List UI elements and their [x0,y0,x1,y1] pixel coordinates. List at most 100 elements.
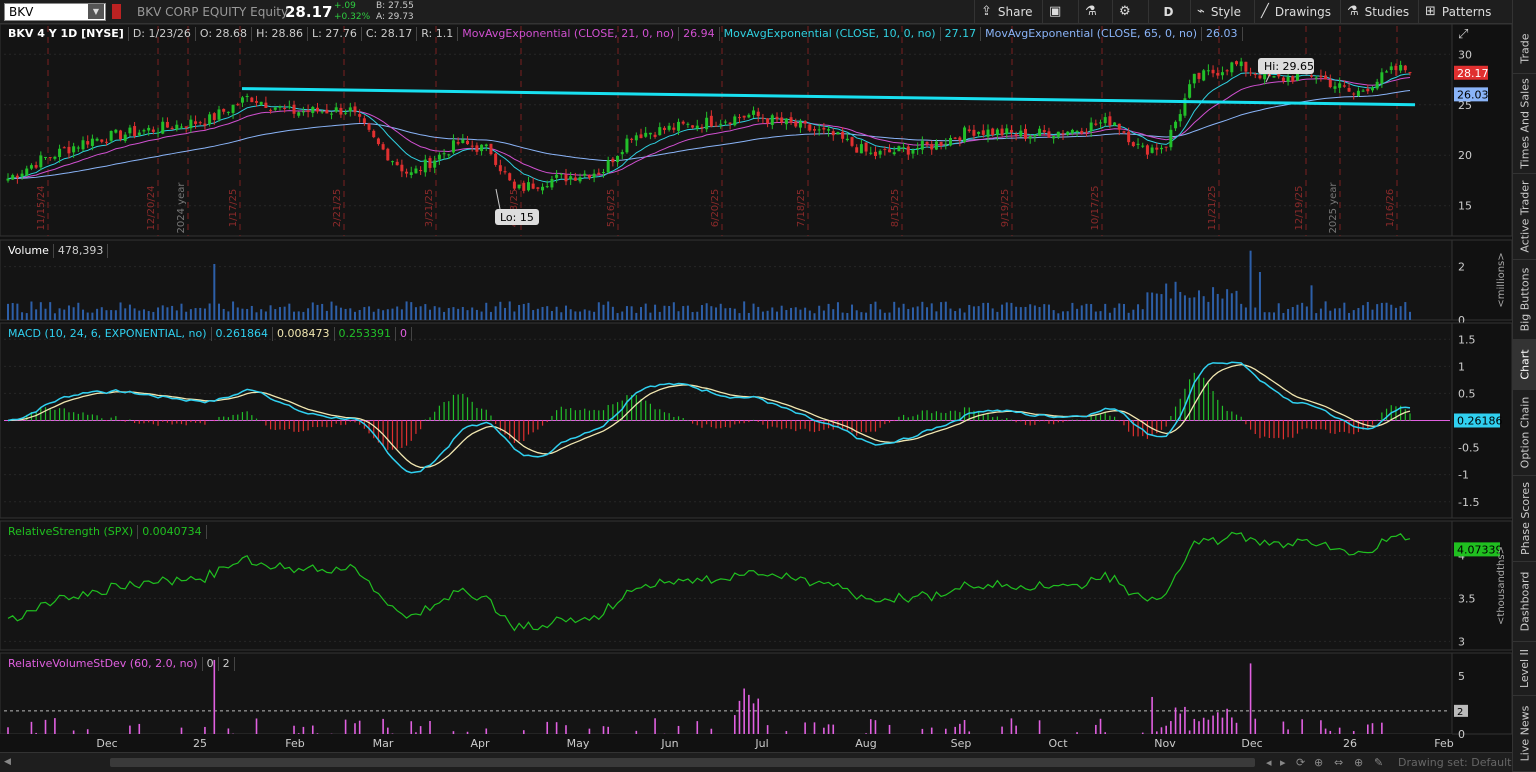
volume-bar [1348,312,1351,320]
volume-bar [1216,293,1219,320]
candle-body [625,138,629,153]
y-tick-label: 2 [1458,261,1465,274]
volume-bar [7,303,9,320]
scroll-thumb[interactable] [110,758,1255,767]
tab-times-and-sales[interactable]: Times And Sales [1513,74,1536,174]
candle-body [1188,84,1192,98]
flag-icon[interactable] [112,4,121,19]
rel-volume-bar [419,726,422,734]
rs-title[interactable]: RelativeStrength (SPX) [4,525,139,539]
volume-bar [1287,308,1290,320]
volume-bar [1165,283,1168,320]
tab-level-ii[interactable]: Level II [1513,642,1536,696]
candle-body [508,173,512,181]
rv-title[interactable]: RelativeVolumeStDev (60, 2.0, no) [4,657,203,671]
reset-icon[interactable]: ⟳ [1296,756,1305,769]
chart-area[interactable]: 11/15/24 12/20/24 2024 year 1/17/25 2/21/25 3… [0,24,1512,752]
drawing-set-label: Drawing set: Default [1398,756,1512,769]
tab-chart[interactable]: Chart [1513,340,1536,390]
period-button[interactable]: D [1148,0,1188,24]
volume-bar [1207,301,1210,320]
rs-panel-header: RelativeStrength (SPX) 0.0040734 [4,525,207,539]
candle-body [208,114,212,125]
candle-body [212,113,216,120]
rel-volume-bar [1207,719,1210,734]
y-tick-label: -0.5 [1458,442,1479,455]
rel-volume-bar [1198,721,1200,734]
candle-body [1389,66,1393,71]
volume-panel[interactable]: 20<millions> [0,239,1512,327]
share-button[interactable]: ⇪ Share [974,0,1039,24]
volume-bar [546,306,549,320]
volume-bar [597,302,600,320]
candle-body [1239,61,1243,67]
tab-trade[interactable]: Trade [1513,24,1536,74]
volume-bar [1343,302,1346,320]
scroll-forward-icon[interactable]: ▸ [1280,756,1286,769]
volume-bar [583,309,586,320]
candle-body [90,138,94,146]
x-tick-label: Dec [1241,737,1262,750]
relative-strength-panel[interactable]: 43.534.07339<thousandths> [0,520,1512,651]
volume-bar [1376,304,1379,320]
snapshot-button[interactable]: ▣ [1042,0,1067,24]
rel-volume-bar [874,720,877,734]
candle-body [151,129,155,132]
volume-bar [1371,309,1374,320]
volume-bar [1305,306,1308,320]
volume-bar [916,306,919,320]
tab-label: Active Trader [1518,180,1532,253]
tab-option-chain[interactable]: Option Chain [1513,390,1536,476]
y-tick-label: 30 [1458,48,1472,61]
volume-title[interactable]: Volume [4,244,54,258]
rel-volume-bar [804,722,806,734]
candle-body [494,153,498,165]
rel-volume-bar [963,720,966,734]
ma10-label[interactable]: MovAvgExponential (CLOSE, 10, 0, no) [720,27,941,41]
volume-bar [888,312,891,320]
expand-icon[interactable]: ⤢ [1458,27,1474,43]
studies-button[interactable]: ⚗ Studies [1340,0,1415,24]
candle-body [1033,135,1037,137]
candle-body [484,144,488,147]
symbol-dropdown-icon[interactable]: ▼ [88,4,104,19]
volume-bar [607,301,610,320]
pencil-small-icon[interactable]: ✎ [1374,756,1383,769]
volume-bar [1160,294,1163,320]
price-panel[interactable]: 11/15/24 12/20/24 2024 year 1/17/25 2/21/25 3… [0,24,1512,237]
tab-dashboard[interactable]: Dashboard [1513,562,1536,642]
drawings-button[interactable]: ╱ Drawings [1254,0,1337,24]
volume-bar [771,307,774,320]
volume-bar [1282,312,1285,320]
tab-active-trader[interactable]: Active Trader [1513,174,1536,260]
ma65-label[interactable]: MovAvgExponential (CLOSE, 65, 0, no) [981,27,1203,41]
macd-title[interactable]: MACD (10, 24, 6, EXPONENTIAL, no) [4,327,212,341]
settings-button[interactable]: ⚙ [1112,0,1137,24]
candle-body [686,123,690,125]
studies-label: Studies [1364,5,1410,19]
volume-bar [513,311,516,320]
tab-phase-scores[interactable]: Phase Scores [1513,476,1536,562]
zoom-in-icon[interactable]: ⊕ [1354,756,1363,769]
volume-bar [157,307,160,320]
patterns-button[interactable]: ⊞ Patterns [1418,0,1497,24]
flask-button[interactable]: ⚗ [1078,0,1103,24]
style-button[interactable]: ⌁ Style [1190,0,1247,24]
scroll-back-icon[interactable]: ◂ [1266,756,1272,769]
volume-bar [1244,307,1247,320]
tab-live-news[interactable]: Live News [1513,696,1536,772]
ma21-label[interactable]: MovAvgExponential (CLOSE, 21, 0, no) [458,27,680,41]
rel-volume-bar [410,721,413,734]
side-tab-bar: Trade Times And Sales Active Trader Big … [1512,0,1536,772]
fit-icon[interactable]: ⇔ [1334,756,1343,769]
volume-bar [110,310,113,320]
scroll-left-icon[interactable]: ◀ [4,757,11,767]
volume-bar [30,301,33,320]
zoom-icon[interactable]: ⊕ [1314,756,1323,769]
volume-bar [363,307,366,320]
candle-body [100,139,104,142]
candle-body [1272,76,1276,78]
macd-panel[interactable]: 1.5 1 0.5 0 -0.5 -1 -1.5 0.26186 [0,322,1512,519]
tab-big-buttons[interactable]: Big Buttons [1513,260,1536,340]
horizontal-scrollbar[interactable]: ◀ ◂ ▸ ⟳ ⊕ ⇔ ⊕ ✎ Drawing set: Default [0,752,1512,772]
